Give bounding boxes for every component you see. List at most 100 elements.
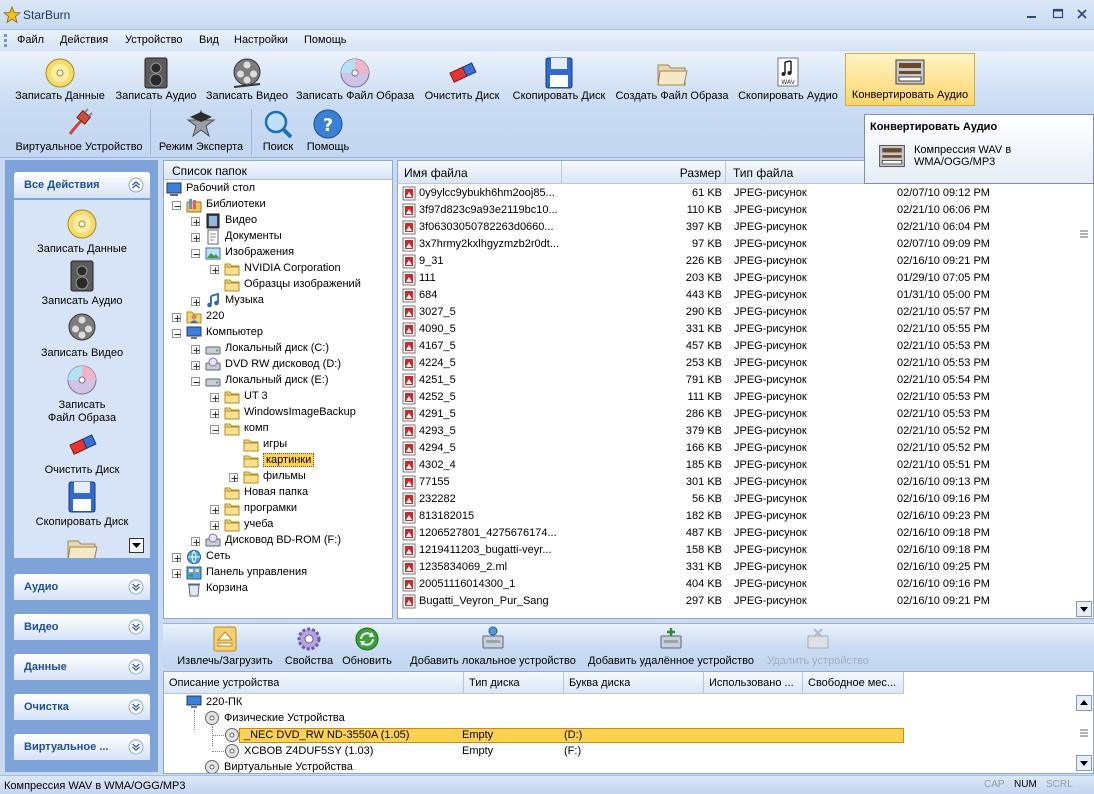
file-row[interactable]: 4252_5 111 KB JPEG-рисунок 02/21/10 05:53 P… [398, 389, 1078, 406]
burn-data-button[interactable]: Записать Данные [12, 55, 108, 106]
search-button[interactable]: Поиск [258, 106, 298, 157]
folder-tree-node[interactable]: WindowsImageBackup [164, 405, 390, 421]
file-row[interactable]: 9_31 226 KB JPEG-рисунок 02/16/10 09:21 PM [398, 253, 1078, 270]
file-row[interactable]: 3027_5 290 KB JPEG-рисунок 02/21/10 05:57 P… [398, 304, 1078, 321]
tree-expand-button[interactable] [191, 345, 200, 354]
folder-tree-node[interactable]: 220 [164, 309, 390, 325]
column-header-drive-letter[interactable]: Буква диска [564, 672, 704, 694]
folder-tree-node[interactable]: Новая папка [164, 485, 390, 501]
file-row[interactable]: 4302_4 185 KB JPEG-рисунок 02/21/10 05:51 P… [398, 457, 1078, 474]
audio-section-header[interactable]: Аудио [14, 574, 150, 600]
file-row[interactable]: 3f06303050782263d0660... 397 KB JPEG-рисун… [398, 219, 1078, 236]
menu-grip[interactable] [4, 34, 7, 47]
eject-load-button[interactable]: Извлечь/Загрузить [175, 626, 275, 667]
tree-expand-button[interactable] [191, 217, 200, 226]
action-copy-disc[interactable]: Скопировать Диск [14, 481, 150, 529]
action-erase-disc[interactable]: Очистить Диск [14, 429, 150, 477]
column-header-filename[interactable]: Имя файла [398, 161, 562, 184]
virtual-device-button[interactable]: Виртуальное Устройство [12, 106, 146, 157]
tree-collapse-button[interactable] [191, 249, 200, 258]
help-button[interactable]: ? Помощь [305, 106, 351, 157]
file-row[interactable]: 4167_5 457 KB JPEG-рисунок 02/21/10 05:53 P… [398, 338, 1078, 355]
menu-help[interactable]: Помощь [304, 34, 347, 46]
minimize-button[interactable] [1024, 6, 1040, 22]
action-burn-video[interactable]: Записать Видео [14, 312, 150, 360]
folder-tree-node[interactable]: Образцы изображений [164, 277, 390, 293]
menu-device[interactable]: Устройство [125, 34, 183, 46]
tree-collapse-button[interactable] [191, 377, 200, 386]
tree-expand-button[interactable] [172, 313, 181, 322]
file-row[interactable]: 684 443 KB JPEG-рисунок 01/31/10 05:00 PM [398, 287, 1078, 304]
tree-expand-button[interactable] [172, 553, 181, 562]
file-row[interactable]: 111 203 KB JPEG-рисунок 01/29/10 07:05 PM [398, 270, 1078, 287]
erase-disc-button[interactable]: Очистить Диск [421, 55, 503, 106]
folder-tree-node[interactable]: Локальный диск (C:) [164, 341, 390, 357]
folder-tree-node[interactable]: Изображения [164, 245, 390, 261]
folder-tree-node[interactable]: Компьютер [164, 325, 390, 341]
action-burn-audio[interactable]: Записать Аудио [14, 260, 150, 308]
folder-tree-node[interactable]: Видео [164, 213, 390, 229]
data-section-header[interactable]: Данные [14, 654, 150, 680]
add-local-device-button[interactable]: Добавить локальное устройство [407, 626, 579, 667]
burn-audio-button[interactable]: Записать Аудио [112, 55, 200, 106]
file-row[interactable]: 4090_5 331 KB JPEG-рисунок 02/21/10 05:55 P… [398, 321, 1078, 338]
folder-tree-node[interactable]: Панель управления [164, 565, 390, 581]
folder-tree-node[interactable]: програмки [164, 501, 390, 517]
scroll-down-button[interactable] [1076, 601, 1092, 617]
copy-audio-button[interactable]: WAV Скопировать Аудио [736, 55, 840, 106]
scroll-down-button[interactable] [1076, 755, 1092, 771]
tree-collapse-button[interactable] [172, 329, 181, 338]
file-row[interactable]: 20051116014300_1 404 KB JPEG-рисунок 02/16/… [398, 576, 1078, 593]
folder-tree-node[interactable]: Локальный диск (E:) [164, 373, 390, 389]
folder-tree-node[interactable]: Сеть [164, 549, 390, 565]
file-row[interactable]: 3x7hrmy2kxlhgyzmzb2r0dt... 97 KB JPEG-рису… [398, 236, 1078, 253]
close-button[interactable] [1074, 6, 1090, 22]
copy-disc-button[interactable]: Скопировать Диск [509, 55, 609, 106]
folder-tree-node[interactable]: фильмы [164, 469, 390, 485]
tree-expand-button[interactable] [191, 233, 200, 242]
scroll-grip-icon[interactable] [1079, 728, 1089, 738]
burn-video-button[interactable]: Записать Видео [205, 55, 289, 106]
folder-tree-node[interactable]: Библиотеки [164, 197, 390, 213]
file-row[interactable]: 77155 301 KB JPEG-рисунок 02/16/10 09:13 PM [398, 474, 1078, 491]
file-row[interactable]: Bugatti_Veyron_Pur_Sang 297 KB JPEG-рисуно… [398, 593, 1078, 610]
menu-file[interactable]: Файл [17, 34, 44, 46]
folder-tree-node[interactable]: Музыка [164, 292, 390, 309]
tree-expand-button[interactable] [210, 409, 219, 418]
column-header-used[interactable]: Использовано ... [704, 672, 803, 694]
refresh-button[interactable]: Обновить [339, 626, 395, 667]
folder-tree-node[interactable]: учеба [164, 517, 390, 533]
file-row[interactable]: 232282 56 KB JPEG-рисунок 02/16/10 09:16 PM [398, 491, 1078, 508]
menu-view[interactable]: Вид [199, 34, 219, 46]
scroll-up-button[interactable] [1076, 695, 1092, 711]
column-header-disc-type[interactable]: Тип диска [464, 672, 564, 694]
file-row[interactable]: 4294_5 166 KB JPEG-рисунок 02/21/10 05:52 P… [398, 440, 1078, 457]
tree-expand-button[interactable] [191, 297, 200, 306]
file-row[interactable]: 4293_5 379 KB JPEG-рисунок 02/21/10 05:52 P… [398, 423, 1078, 440]
tree-expand-button[interactable] [172, 569, 181, 578]
video-section-header[interactable]: Видео [14, 614, 150, 640]
tree-expand-button[interactable] [191, 537, 200, 546]
virtual-section-header[interactable]: Виртуальное ... [14, 734, 150, 760]
add-remote-device-button[interactable]: Добавить удалённое устройство [585, 626, 757, 667]
tree-expand-button[interactable] [210, 265, 219, 274]
file-row[interactable]: 3f97d823c9a93e2119bc10... 110 KB JPEG-рису… [398, 202, 1078, 219]
folder-tree-node[interactable]: картинки [164, 453, 390, 469]
tree-collapse-button[interactable] [210, 425, 219, 434]
column-header-size[interactable]: Размер [562, 161, 726, 184]
remove-device-button[interactable]: Удалить устройство [763, 626, 873, 667]
menu-settings[interactable]: Настройки [234, 34, 288, 46]
tree-collapse-button[interactable] [172, 201, 181, 210]
tree-expand-button[interactable] [210, 505, 219, 514]
actions-scroll-down-button[interactable] [129, 538, 144, 553]
file-row[interactable]: 4251_5 791 KB JPEG-рисунок 02/21/10 05:54 P… [398, 372, 1078, 389]
column-header-device-description[interactable]: Описание устройства [164, 672, 464, 694]
file-row[interactable]: 4224_5 253 KB JPEG-рисунок 02/21/10 05:53 P… [398, 355, 1078, 372]
file-row[interactable]: 4291_5 286 KB JPEG-рисунок 02/21/10 05:53 P… [398, 406, 1078, 423]
folder-tree-node[interactable]: Рабочий стол [164, 181, 390, 197]
folder-tree-node[interactable]: Документы [164, 229, 390, 245]
tree-expand-button[interactable] [229, 473, 238, 482]
all-actions-header[interactable]: Все Действия [14, 172, 150, 198]
action-burn-data[interactable]: Записать Данные [14, 208, 150, 256]
burn-image-file-button[interactable]: Записать Файл Образа [296, 55, 414, 106]
